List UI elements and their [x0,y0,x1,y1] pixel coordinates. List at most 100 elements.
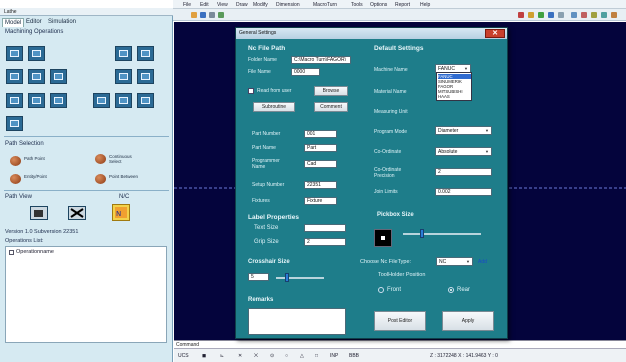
profile-op-button[interactable] [115,46,132,61]
nc-file-type-select[interactable]: NC ▼ [436,257,473,266]
menu-macroturn[interactable]: MacroTurn [313,2,337,8]
operation-name[interactable]: Operationname [16,249,54,255]
snap-intersect-icon[interactable]: ⨉ [254,353,258,359]
point-between-button[interactable]: Point Between [95,173,165,185]
menu-help[interactable]: Help [420,2,430,8]
play-icon[interactable] [538,12,544,18]
parting-op-button[interactable] [50,69,67,84]
snap-cross-icon[interactable]: ✕ [238,353,242,359]
snap-perp-icon[interactable]: ⊾ [220,353,224,359]
folder-name-field[interactable]: C:\Macro Turn\FAGOR\ [291,56,351,64]
snap-triangle-icon[interactable]: △ [300,353,304,359]
zoom-icon[interactable] [571,12,577,18]
menu-file[interactable]: File [183,2,191,8]
preview-icon[interactable] [218,12,224,18]
coordinate-select[interactable]: Absolute ▼ [435,147,492,156]
program-mode-select[interactable]: Diameter ▼ [435,126,492,135]
path-view-cross-button[interactable] [68,206,86,220]
menu-dimension[interactable]: Dimension [276,2,300,8]
print-icon[interactable] [209,12,215,18]
join-limits-field[interactable]: 0.002 [435,188,492,196]
boring-op-button[interactable] [6,69,23,84]
redo-icon[interactable] [591,12,597,18]
comment-button[interactable]: Comment [314,102,348,112]
fixtures-field[interactable]: Fixture [304,197,337,205]
snap-circle-icon[interactable]: ○ [285,353,288,359]
help-icon[interactable] [611,12,617,18]
apply-button[interactable]: Apply [442,311,494,331]
menu-modify[interactable]: Modify [253,2,268,8]
part-number-field[interactable]: 001 [304,130,337,138]
read-from-user-checkbox[interactable] [248,88,254,94]
pickbox-slider-thumb[interactable] [420,229,425,238]
setup-number-field[interactable]: 22351 [304,181,337,189]
menu-draw[interactable]: Draw [236,2,248,8]
tapping-op-button[interactable] [6,93,23,108]
snap-box-icon[interactable]: □ [315,353,318,359]
coordinate-precision-label: Co-Ordinate Precision [374,167,402,179]
knurl-op-button[interactable] [6,116,23,131]
radius-op-button[interactable] [50,93,67,108]
grip-size-field[interactable]: 2 [304,238,346,246]
close-button[interactable]: ✕ [485,29,505,38]
left-panel-title: Lathe [4,9,17,15]
copy-icon[interactable] [528,12,534,18]
facing-op-button[interactable] [6,46,23,61]
continuous-select-button[interactable]: Continuous Select [95,153,155,165]
menu-edit[interactable]: Edit [200,2,209,8]
settings-icon[interactable] [601,12,607,18]
remarks-textarea[interactable] [248,308,346,335]
grooving-op-button[interactable] [28,69,45,84]
add-file-type-link[interactable]: Add [478,259,487,266]
post-editor-button[interactable]: Post Editor [374,311,426,331]
misc-op-button[interactable] [137,93,154,108]
tab-model[interactable]: Model [2,18,25,27]
menu-tools[interactable]: Tools [351,2,363,8]
crosshair-size-field[interactable]: 5 [248,273,269,281]
menu-view[interactable]: View [217,2,228,8]
snap-bbb-toggle[interactable]: BBB [349,353,359,359]
rear-radio[interactable] [448,287,454,293]
tab-simulation[interactable]: Simulation [46,18,78,27]
front-radio[interactable] [378,287,384,293]
path-point-button[interactable]: Path Point [10,155,70,167]
pause-icon[interactable] [558,12,564,18]
undercut-op-button[interactable] [115,93,132,108]
subroutine-button[interactable]: Subroutine [253,102,295,112]
tab-editor[interactable]: Editor [24,18,44,27]
browse-button[interactable]: Browse [314,86,348,96]
step-icon[interactable] [548,12,554,18]
text-size-field[interactable] [304,224,346,232]
machine-name-dropdown[interactable]: FANUC SINUMERIK FAGOR MITSUBISHI HAAS [436,72,472,101]
chamfer-op-button[interactable] [28,93,45,108]
entity-point-button[interactable]: Entity/Point [10,173,70,185]
taper-op-button[interactable] [28,46,45,61]
crosshair-slider-thumb[interactable] [284,273,289,282]
threading-op-button[interactable] [137,69,154,84]
snap-square-icon[interactable]: ◼ [202,353,206,359]
undo-icon[interactable] [581,12,587,18]
nc-generate-button[interactable]: N [112,204,130,221]
save-icon[interactable] [200,12,206,18]
file-name-field[interactable]: 0000 [291,68,320,76]
operations-list[interactable]: Operationname [5,246,167,343]
ucs-toggle[interactable]: UCS [178,353,189,359]
machine-option-haas[interactable]: HAAS [438,94,471,99]
open-icon[interactable] [191,12,197,18]
finish-op-button[interactable] [93,93,110,108]
snap-inp-toggle[interactable]: INP [330,353,338,359]
part-name-field[interactable]: Part [304,144,337,152]
path-view-list-button[interactable] [30,206,48,220]
menu-options[interactable]: Options [370,2,387,8]
command-bar[interactable]: Command [174,340,626,348]
rough-op-button[interactable] [137,46,154,61]
snap-center-icon[interactable]: ⊙ [270,353,274,359]
operation-checkbox[interactable] [9,250,14,255]
version-text: Version 1.0 Subversion 22351 [5,229,79,235]
cut-icon[interactable] [518,12,524,18]
entity-point-icon [10,174,21,184]
menu-report[interactable]: Report [395,2,410,8]
drilling-op-button[interactable] [115,69,132,84]
programmer-name-field[interactable]: Cad [304,160,337,168]
coordinate-precision-field[interactable]: 2 [435,168,492,176]
